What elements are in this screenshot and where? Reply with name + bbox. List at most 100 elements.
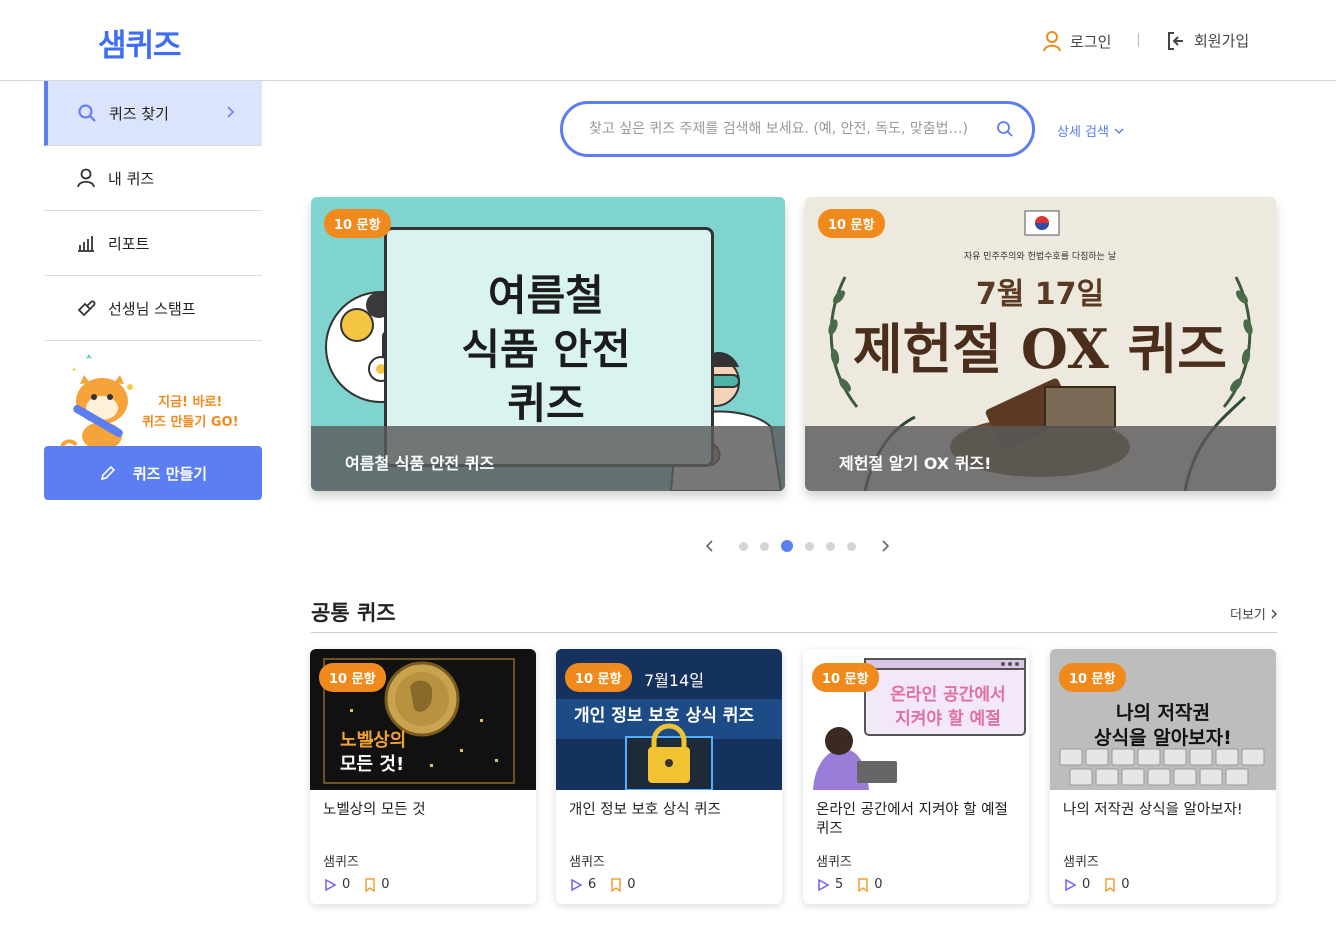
promo-text: 지금! 바로! 퀴즈 만들기 GO! xyxy=(142,393,239,433)
quiz-stats: 5 0 xyxy=(816,877,897,892)
user-icon xyxy=(1043,31,1061,52)
thumbnail-line: 지켜야 할 예절 xyxy=(895,709,1001,729)
play-count: 6 xyxy=(588,877,597,892)
question-count-badge: 10 문항 xyxy=(812,663,879,692)
quiz-title: 노벨상의 모든 것 xyxy=(323,802,426,818)
save-count: 0 xyxy=(381,877,390,892)
sidebar-item-label: 내 퀴즈 xyxy=(108,169,155,188)
sidebar-item-label: 리포트 xyxy=(108,234,150,253)
quiz-title: 온라인 공간에서 지켜야 할 예절 퀴즈 xyxy=(816,802,1008,837)
play-count: 0 xyxy=(1082,877,1091,892)
banner-art-line: 퀴즈 xyxy=(507,379,585,428)
carousel-dot[interactable] xyxy=(760,541,769,551)
play-count: 0 xyxy=(342,877,351,892)
sidebar: 퀴즈 찾기 내 퀴즈 리포트 선생님 스탬프 지금! 바로! 퀴즈 만들기 GO… xyxy=(44,81,262,500)
search-icon xyxy=(78,104,96,122)
play-icon xyxy=(818,878,830,891)
quiz-title: 나의 저작권 상식을 알아보자! xyxy=(1063,802,1243,818)
user-icon xyxy=(77,168,95,188)
save-count: 0 xyxy=(627,877,636,892)
sidebar-item-teacher-stamp[interactable]: 선생님 스탬프 xyxy=(44,276,262,341)
carousel-dot[interactable] xyxy=(805,541,814,551)
question-count-badge: 10 문항 xyxy=(565,663,632,692)
sidebar-item-label: 퀴즈 찾기 xyxy=(109,104,169,123)
bookmark-icon xyxy=(858,877,869,892)
quiz-stats: 0 0 xyxy=(1063,877,1144,892)
bar-chart-icon xyxy=(78,236,94,252)
quiz-card[interactable]: 노벨상의 모든 것! 10 문항 노벨상의 모든 것 샘퀴즈 0 0 xyxy=(310,649,536,904)
site-logo[interactable]: 샘퀴즈 xyxy=(98,20,182,65)
quiz-author: 샘퀴즈 xyxy=(569,855,605,870)
login-label: 로그인 xyxy=(1070,32,1112,51)
thumbnail-title: 온라인 공간에서 지켜야 할 예절 xyxy=(875,683,1021,731)
quiz-author: 샘퀴즈 xyxy=(323,855,359,870)
search-input[interactable] xyxy=(589,121,979,137)
banner-constitution-day[interactable]: 자유 민주주의와 헌법수호를 다짐하는 날 7월 17일 제헌절 OX 퀴즈 1… xyxy=(805,197,1276,491)
save-count: 0 xyxy=(874,877,883,892)
quiz-stats: 6 0 xyxy=(569,877,650,892)
more-label: 더보기 xyxy=(1230,608,1266,623)
chevron-down-icon xyxy=(1114,128,1124,134)
more-link[interactable]: 더보기 xyxy=(1230,604,1278,623)
quiz-card[interactable]: 온라인 공간에서 지켜야 할 예절 10 문항 온라인 공간에서 지켜야 할 예… xyxy=(803,649,1029,904)
carousel-dot[interactable] xyxy=(826,541,835,551)
make-quiz-button[interactable]: 퀴즈 만들기 xyxy=(44,446,262,500)
banner-summer-food-safety[interactable]: 여름철 식품 안전 퀴즈 10 문항 여름철 식품 안전 퀴즈 xyxy=(311,197,785,491)
search-icon[interactable] xyxy=(996,120,1014,138)
quiz-title: 개인 정보 보호 상식 퀴즈 xyxy=(569,802,721,818)
chevron-right-icon[interactable] xyxy=(880,539,890,553)
chevron-right-icon xyxy=(1271,609,1277,618)
banner-caption: 제헌절 알기 OX 퀴즈! xyxy=(805,426,1276,491)
sign-in-icon xyxy=(1168,31,1183,50)
promo-line-2: 퀴즈 만들기 GO! xyxy=(142,415,239,430)
carousel-dot-active[interactable] xyxy=(781,540,793,552)
make-quiz-promo: 지금! 바로! 퀴즈 만들기 GO! xyxy=(44,351,262,451)
top-header: 샘퀴즈 로그인 회원가입 xyxy=(0,0,1336,81)
bookmark-icon xyxy=(1105,877,1116,892)
section-title: 공통 퀴즈 xyxy=(311,601,396,625)
play-icon xyxy=(325,878,337,891)
question-count-badge: 10 문항 xyxy=(319,663,386,692)
thumbnail-line: 모든 것! xyxy=(340,754,405,775)
thumbnail-line: 노벨상의 xyxy=(340,730,407,751)
bookmark-icon xyxy=(611,877,622,892)
carousel-dot[interactable] xyxy=(739,541,748,551)
thumbnail-line: 나의 저작권 xyxy=(1115,702,1210,724)
thumbnail-line: 온라인 공간에서 xyxy=(890,685,1006,705)
bookmark-icon xyxy=(365,877,376,892)
header-divider xyxy=(1138,33,1139,47)
quiz-author: 샘퀴즈 xyxy=(816,855,852,870)
sidebar-item-my-quiz[interactable]: 내 퀴즈 xyxy=(44,146,262,211)
banner-caption: 여름철 식품 안전 퀴즈 xyxy=(311,426,785,491)
advanced-search-toggle[interactable]: 상세 검색 xyxy=(1057,121,1124,140)
join-label: 회원가입 xyxy=(1194,32,1250,50)
banner-art-subtitle: 자유 민주주의와 헌법수호를 다짐하는 날 xyxy=(963,252,1117,262)
pencil-icon xyxy=(100,465,116,481)
chevron-left-icon[interactable] xyxy=(705,539,715,553)
play-icon xyxy=(1065,878,1077,891)
question-count-badge: 10 문항 xyxy=(324,209,391,238)
carousel-dot[interactable] xyxy=(847,541,856,551)
question-count-badge: 10 문항 xyxy=(1059,663,1126,692)
chevron-right-icon xyxy=(227,106,235,118)
quiz-card[interactable]: 나의 저작권 상식을 알아보자! 10 문항 나의 저작권 상식을 알아보자! … xyxy=(1050,649,1276,904)
play-count: 5 xyxy=(835,877,844,892)
thumbnail-line: 상식을 알아보자! xyxy=(1094,727,1232,749)
advanced-search-label: 상세 검색 xyxy=(1057,125,1109,140)
section-divider xyxy=(311,632,1277,633)
quiz-card[interactable]: 7월14일 개인 정보 보호 상식 퀴즈 10 문항 개인 정보 보호 상식 퀴… xyxy=(556,649,782,904)
join-link[interactable]: 회원가입 xyxy=(1166,30,1249,51)
banner-art-line: 식품 안전 xyxy=(461,325,631,374)
banner-art-title: 제헌절 OX 퀴즈 xyxy=(853,317,1227,381)
question-count-badge: 10 문항 xyxy=(818,209,885,238)
thumbnail-title: 개인 정보 보호 상식 퀴즈 xyxy=(574,706,755,726)
search-bar xyxy=(560,101,1035,157)
carousel-pagination xyxy=(705,539,890,553)
sidebar-item-report[interactable]: 리포트 xyxy=(44,211,262,276)
sidebar-item-find-quiz[interactable]: 퀴즈 찾기 xyxy=(44,81,262,146)
login-link[interactable]: 로그인 xyxy=(1042,30,1111,52)
quiz-stats: 0 0 xyxy=(323,877,404,892)
banner-art-line: 여름철 xyxy=(488,271,604,320)
quiz-author: 샘퀴즈 xyxy=(1063,855,1099,870)
stamp-icon xyxy=(77,300,96,317)
